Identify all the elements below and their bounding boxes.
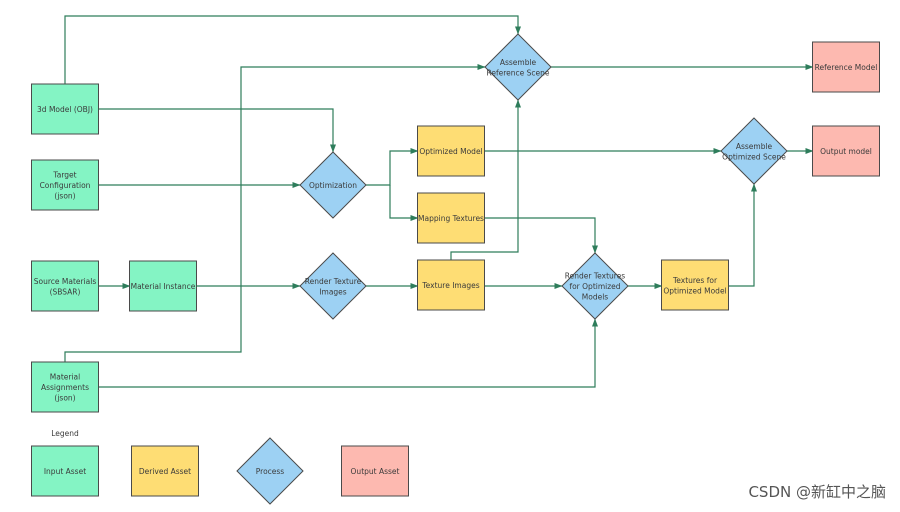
edge-arrow [366,148,419,186]
legend-item-derived: Derived Asset [131,445,199,497]
node-texture-images-label: Texture Images [421,281,479,290]
legend-label: Input Asset [44,467,86,476]
legend-label: Derived Asset [139,467,191,476]
node-render-textures-optimized-label: Render Textures [565,272,626,281]
legend-item-input: Input Asset [31,445,99,497]
node-source-materials[interactable]: Source Materials(SBSAR) [31,260,99,312]
legend: Legend Input Asset Derived Asset Process Out… [31,429,409,505]
legend-label: Output Asset [351,467,400,476]
node-target-config-label: Configuration [40,181,91,190]
node-material-assignments-label: Material [50,373,80,382]
node-source-materials-label: (SBSAR) [50,287,81,296]
node-assemble-reference-label: Reference Scene [486,68,549,77]
edge-arrow [389,185,419,221]
node-assemble-optimized-shape [720,117,788,185]
watermark: CSDN @新缸中之脑 [748,483,886,501]
node-optimization[interactable]: Optimization [299,151,367,219]
node-render-texture-images[interactable]: Render TextureImages [299,252,367,320]
node-mapping-textures[interactable]: Mapping Textures [417,192,485,244]
node-reference-model[interactable]: Reference Model [812,41,880,93]
node-render-texture-images-shape [299,252,367,320]
node-optimization-label: Optimization [309,181,357,190]
legend-item-process: Process [236,437,304,505]
node-assemble-reference[interactable]: AssembleReference Scene [484,33,552,101]
node-material-instance-label: Material Instance [131,282,196,291]
node-target-config[interactable]: TargetConfiguration (json) [31,159,99,211]
edge-arrow [485,217,598,254]
nodes: 3d Model (OBJ) TargetConfiguration (json) S… [31,33,880,413]
node-source-materials-label: Source Materials [34,277,97,286]
node-material-assignments[interactable]: MaterialAssignments (json) [31,361,99,413]
node-textures-optimized-label: Textures for [672,276,718,285]
legend-label: Process [256,467,285,476]
edge-arrow [99,108,336,153]
node-optimized-model[interactable]: Optimized Model [417,125,485,177]
pipeline-diagram: 3d Model (OBJ) TargetConfiguration (json) S… [31,15,880,505]
node-target-config-label: Target [52,171,76,180]
node-material-instance[interactable]: Material Instance [129,260,197,312]
node-texture-images[interactable]: Texture Images [417,259,485,311]
edge-arrow [99,318,598,388]
node-textures-optimized-shape [661,259,729,311]
node-mapping-textures-label: Mapping Textures [418,214,484,223]
node-reference-model-label: Reference Model [815,63,878,72]
node-material-assignments-label: (json) [54,394,75,403]
node-assemble-optimized-label: Assemble [736,142,773,151]
node-model3d[interactable]: 3d Model (OBJ) [31,83,99,135]
edge-arrow [64,15,521,84]
node-model3d-label: 3d Model (OBJ) [37,105,93,114]
node-assemble-reference-label: Assemble [500,58,537,67]
legend-item-output: Output Asset [341,445,409,497]
node-assemble-reference-shape [484,33,552,101]
node-assemble-optimized[interactable]: AssembleOptimized Scene [720,117,788,185]
node-assemble-optimized-label: Optimized Scene [722,152,786,161]
node-textures-optimized[interactable]: Textures forOptimized Model [661,259,729,311]
node-render-textures-optimized[interactable]: Render Texturesfor Optimized Models [561,252,629,320]
node-target-config-label: (json) [54,192,75,201]
node-material-assignments-label: Assignments [41,383,89,392]
node-render-textures-optimized-label: for Optimized [569,282,620,291]
node-output-model[interactable]: Output model [812,125,880,177]
node-optimized-model-label: Optimized Model [419,147,482,156]
legend-title: Legend [51,429,79,438]
node-output-model-label: Output model [820,147,872,156]
node-render-texture-images-label: Images [319,287,346,296]
edge-arrow [729,183,757,287]
node-source-materials-shape [31,260,99,312]
node-render-texture-images-label: Render Texture [305,277,362,286]
node-render-textures-optimized-label: Models [582,293,609,302]
node-textures-optimized-label: Optimized Model [663,286,726,295]
